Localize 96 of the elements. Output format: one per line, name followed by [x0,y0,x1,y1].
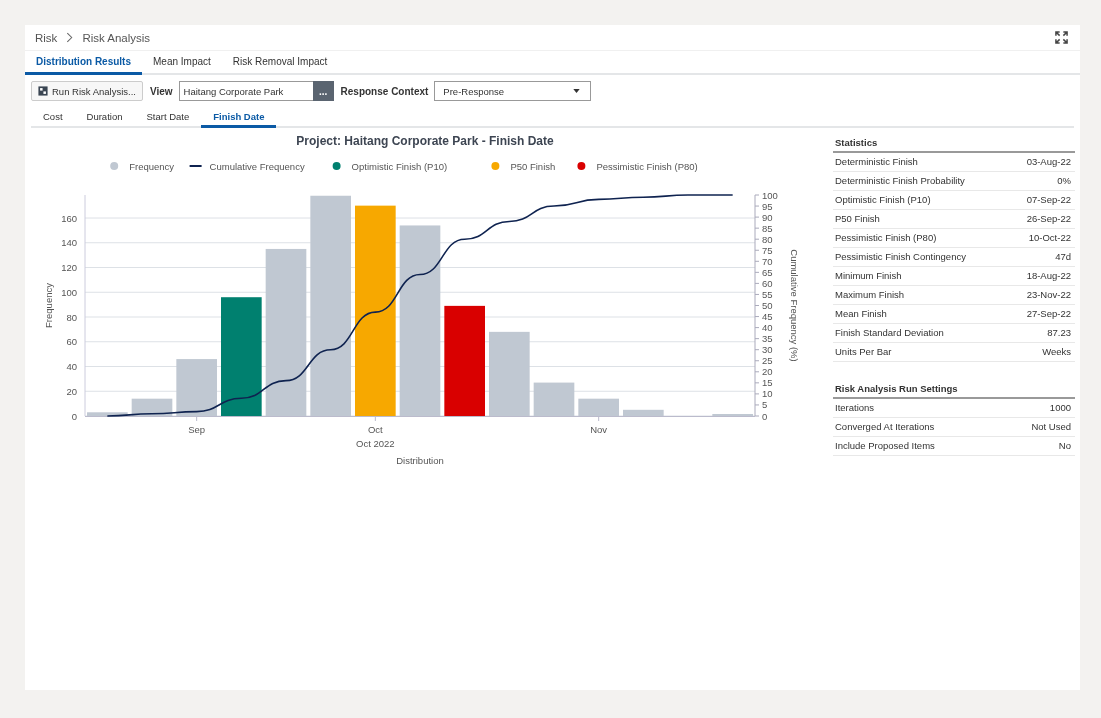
axis-tick-label: 40 [66,361,77,372]
axis-tick-label: Sep [188,424,206,435]
axis-tick-label: Nov [590,424,608,435]
stat-label: Pessimistic Finish (P80) [835,232,937,244]
context-dropdown[interactable]: Pre-Response [434,81,592,101]
stat-label: Iterations [835,402,875,414]
section-title: Risk Analysis Run Settings [833,380,1075,399]
stat-label: P50 Finish [835,213,880,225]
chevron-right-icon [66,32,74,43]
axis-tick-label: 160 [61,212,77,224]
legend-label: P50 Finish [510,160,556,172]
field-label: View [149,85,173,97]
axis-tick-label: 0 [762,410,768,422]
tab[interactable]: Distribution Results [25,51,142,75]
axis-tick-label: 35 [762,333,773,345]
axis-tick-label: 20 [762,366,773,378]
legend-item[interactable]: Optimistic Finish (P10) [332,160,448,172]
legend-item[interactable]: P50 Finish [491,160,556,172]
axis-tick-label: 100 [762,189,778,201]
axis-tick-label: 45 [762,311,773,323]
axis-period-label: Oct 2022 [356,438,395,449]
stat-value: 27-Sep-22 [1026,308,1071,320]
axis-title: Distribution [396,455,444,466]
stat-label: Units Per Bar [835,346,892,358]
stat-value: 47d [1055,251,1071,263]
caret-icon [573,89,581,93]
stat-value: 03-Aug-22 [1026,156,1071,168]
stat-value: 10-Oct-22 [1028,232,1071,244]
axis-tick-label: 20 [66,385,77,397]
browse-button[interactable]: ... [312,81,334,101]
axis-tick-label: 15 [762,377,773,389]
axis-tick-label: 95 [762,200,773,212]
axis-tick-label: 10 [762,388,773,400]
axis-title: Frequency [43,283,54,328]
axis-tick-label: 120 [61,262,77,273]
axis-tick-label: Oct [367,424,383,435]
tab[interactable]: Mean Impact [142,51,222,75]
axis-tick-label: 75 [762,244,773,256]
legend-label: Pessimistic Finish (P80) [596,160,698,172]
axis-tick-label: 140 [61,237,77,249]
stat-value: 18-Aug-22 [1026,270,1071,282]
legend-item[interactable]: Cumulative Frequency [188,160,305,172]
legend-label: Optimistic Finish (P10) [351,160,448,172]
axis-tick-label: 60 [762,277,773,289]
stat-label: Maximum Finish [835,289,905,301]
stat-label: Finish Standard Deviation [835,327,944,339]
legend-label: Frequency [129,160,175,172]
tab[interactable]: Finish Date [201,107,277,128]
tab[interactable]: Cost [31,107,75,128]
axis-tick-label: 55 [762,288,773,300]
stat-label: Pessimistic Finish Contingency [835,251,966,263]
tab[interactable]: Start Date [134,107,202,128]
stat-value: 87.23 [1047,327,1071,339]
stat-value: Not Used [1031,421,1071,433]
field-label: Response Context [340,85,429,97]
breadcrumb-item: Risk Analysis [82,31,151,44]
stat-value: 0% [1057,175,1071,187]
legend-item[interactable]: Frequency [110,160,175,172]
axis-tick-label: 60 [66,336,77,348]
stat-value: 1000 [1049,402,1071,414]
section-title: Statistics [833,134,1075,153]
legend-item[interactable]: Pessimistic Finish (P80) [577,160,698,172]
axis-tick-label: 80 [762,233,773,245]
axis-tick-label: 65 [762,266,773,278]
axis-tick-label: 30 [762,344,773,356]
axis-tick-label: 85 [762,222,773,234]
tab[interactable]: Risk Removal Impact [221,51,339,75]
axis-tick-label: 5 [762,399,768,411]
stat-value: 26-Sep-22 [1026,213,1071,225]
expand-icon[interactable] [1055,31,1068,44]
run-analysis-button[interactable]: Run Risk Analysis... [31,81,143,101]
chart-icon [38,86,48,96]
stat-label: Include Proposed Items [835,440,935,452]
chart-title: Project: Haitang Corporate Park - Finish Date [296,134,554,148]
axis-tick-label: 25 [762,355,773,367]
axis-tick-label: 90 [762,211,773,223]
stat-value: Weeks [1042,346,1071,358]
stat-value: 23-Nov-22 [1026,289,1071,301]
stat-label: Optimistic Finish (P10) [835,194,931,206]
tab[interactable]: Duration [74,107,135,128]
axis-tick-label: 50 [762,300,773,311]
axis-tick-label: 80 [66,311,77,323]
axis-tick-label: 40 [762,322,773,334]
stat-value: 07-Sep-22 [1026,194,1071,206]
axis-title: Cumulative Frequency (%) [789,249,800,362]
stat-label: Mean Finish [835,308,887,320]
stat-label: Minimum Finish [835,270,902,282]
stat-label: Converged At Iterations [835,421,935,433]
stat-label: Deterministic Finish Probability [835,175,965,187]
axis-tick-label: 100 [61,286,77,298]
stat-label: Deterministic Finish [835,156,918,168]
axis-tick-label: 0 [71,410,77,422]
view-field[interactable]: Haitang Corporate Park [178,81,313,101]
breadcrumb-item[interactable]: Risk [35,31,58,44]
axis-tick-label: 70 [762,255,773,267]
stat-value: No [1058,440,1071,452]
